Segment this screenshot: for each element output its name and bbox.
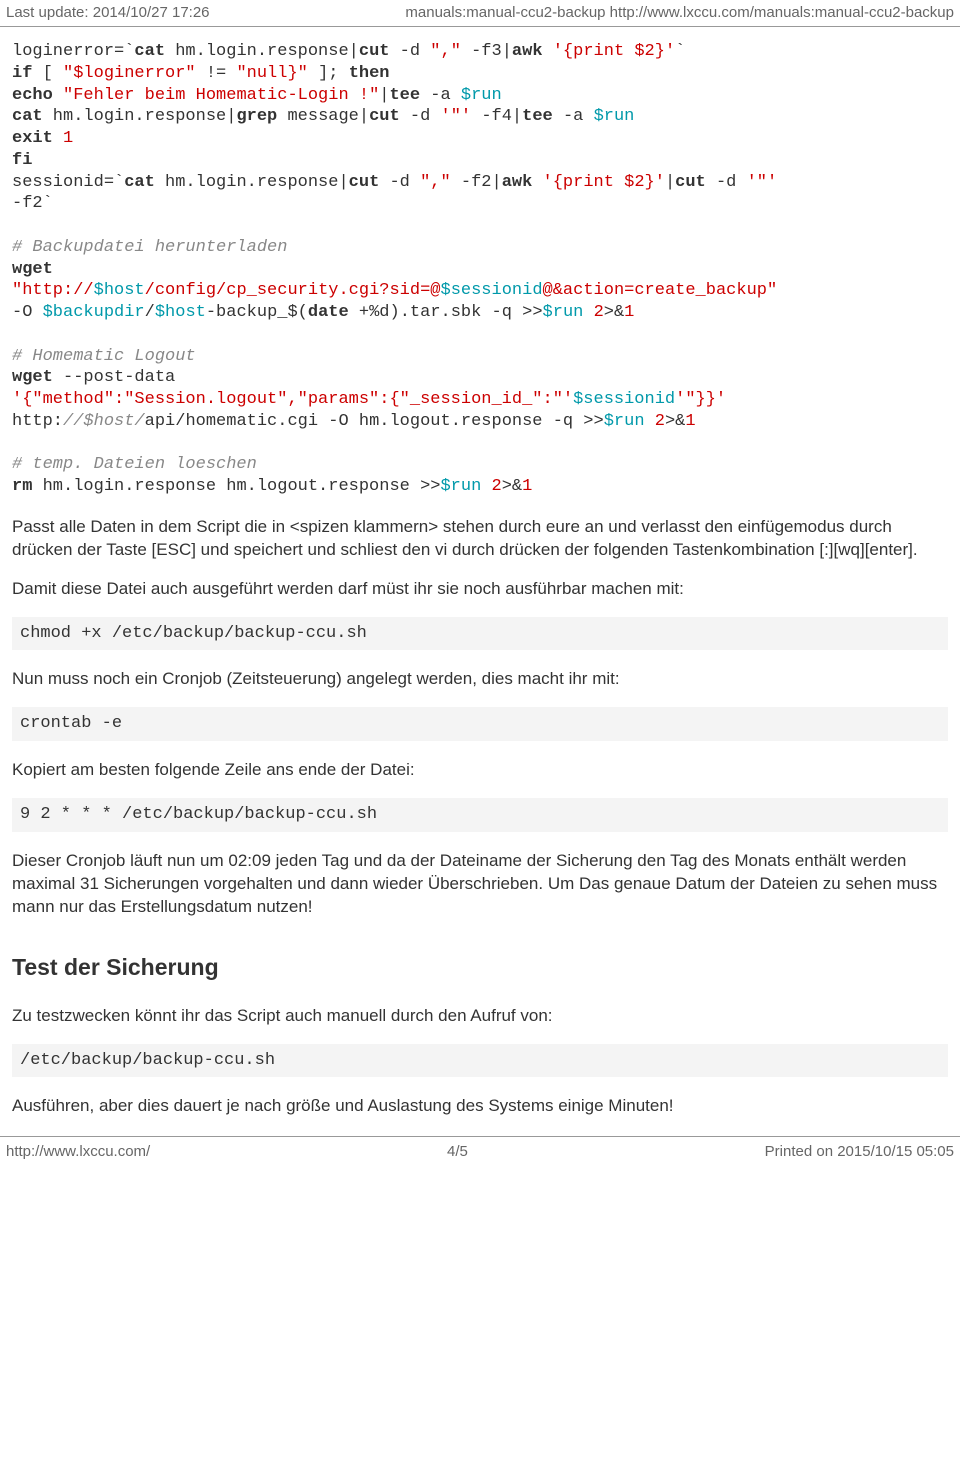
page-body: loginerror=`cat hm.login.response|cut -d… xyxy=(0,27,960,1118)
section-heading-test: Test der Sicherung xyxy=(12,951,948,983)
page-header: Last update: 2014/10/27 17:26 manuals:ma… xyxy=(0,0,960,27)
cmd-chmod: chmod +x /etc/backup/backup-ccu.sh xyxy=(12,617,948,651)
paragraph-cron-explain: Dieser Cronjob läuft nun um 02:09 jeden … xyxy=(12,850,948,919)
paragraph-test-intro: Zu testzwecken könnt ihr das Script auch… xyxy=(12,1005,948,1028)
cmd-run-script: /etc/backup/backup-ccu.sh xyxy=(12,1044,948,1078)
paragraph-cronline-intro: Kopiert am besten folgende Zeile ans end… xyxy=(12,759,948,782)
footer-page-number: 4/5 xyxy=(447,1141,468,1162)
script-block: loginerror=`cat hm.login.response|cut -d… xyxy=(12,41,948,498)
page-footer: http://www.lxccu.com/ 4/5 Printed on 201… xyxy=(0,1136,960,1164)
footer-print-date: Printed on 2015/10/15 05:05 xyxy=(765,1141,954,1162)
header-breadcrumb: manuals:manual-ccu2-backup http://www.lx… xyxy=(405,2,954,23)
paragraph-cron-intro: Nun muss noch ein Cronjob (Zeitsteuerung… xyxy=(12,668,948,691)
paragraph-chmod-intro: Damit diese Datei auch ausgeführt werden… xyxy=(12,578,948,601)
footer-url: http://www.lxccu.com/ xyxy=(6,1141,150,1162)
header-last-update: Last update: 2014/10/27 17:26 xyxy=(6,2,210,23)
cmd-cronline: 9 2 * * * /etc/backup/backup-ccu.sh xyxy=(12,798,948,832)
paragraph-test-note: Ausführen, aber dies dauert je nach größ… xyxy=(12,1095,948,1118)
paragraph-script-note: Passt alle Daten in dem Script die in <s… xyxy=(12,516,948,562)
cmd-crontab: crontab -e xyxy=(12,707,948,741)
